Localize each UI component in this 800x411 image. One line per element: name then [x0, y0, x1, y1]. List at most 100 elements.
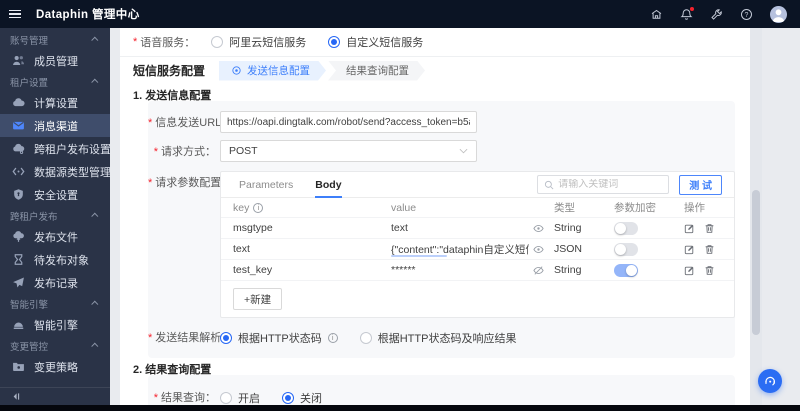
edit-icon[interactable] [684, 244, 695, 255]
radio-http-status-and-response[interactable]: 根据HTTP状态码及响应结果 [359, 330, 516, 346]
new-param-button[interactable]: +新建 [233, 288, 283, 310]
shield-icon [12, 188, 25, 201]
test-button[interactable]: 测 试 [679, 174, 722, 195]
eye-off-icon[interactable] [533, 265, 544, 276]
param-search [537, 175, 670, 194]
url-input[interactable] [220, 111, 477, 133]
sidebar-section-account[interactable]: 账号管理 [0, 30, 110, 49]
sidebar-item-datasource-type[interactable]: 数据源类型管理 [0, 160, 111, 183]
step-result-config[interactable]: 结果查询配置 [328, 61, 425, 81]
section2-title: 2. 结果查询配置 [133, 364, 212, 376]
table-row: text {"content":"dataphin自定义短信服务，消息渠道通 J… [221, 239, 734, 260]
chevron-up-icon [91, 36, 99, 44]
menu-icon[interactable] [0, 0, 30, 28]
sidebar-section-cross-tenant-publish[interactable]: 跨租户发布 [0, 206, 110, 225]
config-steps: 发送信息配置 结果查询配置 [219, 61, 425, 81]
sidebar-item-ai-engine[interactable]: 智能引擎 [0, 313, 110, 336]
radio-aliyun-sms[interactable]: 阿里云短信服务 [211, 34, 306, 50]
scrollbar-track[interactable] [750, 28, 762, 405]
chevron-up-icon [91, 342, 99, 350]
edit-icon[interactable] [684, 265, 695, 276]
chevron-down-icon [459, 145, 468, 157]
scrollbar-thumb[interactable] [752, 190, 760, 335]
sidebar: 账号管理 成员管理 租户设置 计算设置 消息渠道 跨租户发布设置 数据源类型管理… [0, 28, 111, 405]
result-query-label: 结果查询： [161, 392, 216, 404]
step-send-config[interactable]: 发送信息配置 [219, 61, 326, 81]
user-avatar[interactable] [770, 5, 787, 23]
params-tabs: Parameters Body 测 试 [221, 172, 734, 198]
engine-icon [12, 318, 25, 331]
delete-icon[interactable] [704, 265, 715, 276]
encrypt-toggle[interactable] [614, 263, 638, 277]
radio-icon [282, 392, 294, 404]
chevron-up-icon [91, 78, 99, 86]
radio-icon [359, 332, 372, 344]
send-icon [12, 276, 25, 289]
required-asterisk: * [133, 36, 138, 48]
method-field-row: * 请求方式： POST [148, 140, 735, 163]
tab-parameters[interactable]: Parameters [239, 172, 293, 198]
bell-icon[interactable] [680, 6, 694, 21]
svg-text:?: ? [745, 12, 749, 19]
sidebar-item-change-policy[interactable]: 变更策略 [0, 355, 110, 378]
radio-query-on[interactable]: 开启 [220, 390, 260, 405]
collapse-sidebar-icon[interactable] [0, 387, 110, 405]
radio-custom-sms[interactable]: 自定义短信服务 [328, 34, 423, 50]
customer-service-button[interactable] [758, 369, 782, 393]
sidebar-section-tenant[interactable]: 租户设置 [0, 72, 110, 91]
parse-result-row: * 发送结果解析： 根据HTTP状态码 i 根据HTTP状态码及响应结果 [148, 330, 517, 346]
info-icon[interactable]: i [327, 333, 338, 343]
notification-badge [690, 6, 694, 11]
encrypt-toggle[interactable] [614, 221, 638, 235]
hourglass-icon [12, 253, 25, 266]
sidebar-item-cross-tenant-publish-settings[interactable]: 跨租户发布设置 [0, 137, 111, 160]
main-content: * 语音服务： 阿里云短信服务 自定义短信服务 短信服务配置 发送信息配置 结果… [110, 28, 800, 405]
sidebar-item-members[interactable]: 成员管理 [0, 49, 110, 72]
app-title: Dataphin 管理中心 [36, 9, 140, 21]
section1-title: 1. 发送信息配置 [133, 90, 212, 102]
window-bottom-edge [0, 405, 800, 411]
sidebar-item-pending-objects[interactable]: 待发布对象 [0, 248, 110, 271]
table-row: msgtype text String [221, 218, 734, 239]
radio-http-status[interactable]: 根据HTTP状态码 i [220, 330, 338, 346]
workshop-icon[interactable] [650, 8, 663, 21]
headset-icon [765, 376, 775, 386]
sidebar-item-publish-files[interactable]: 发布文件 [0, 225, 110, 248]
tab-body[interactable]: Body [315, 172, 342, 198]
voice-service-row: * 语音服务： 阿里云短信服务 自定义短信服务 [120, 28, 750, 57]
radio-query-off[interactable]: 关闭 [282, 390, 322, 405]
delete-icon[interactable] [704, 223, 715, 234]
table-row: test_key ****** String [221, 260, 734, 281]
sidebar-section-engine[interactable]: 智能引擎 [0, 294, 110, 313]
send-config-panel: *信息发送URL： *请求方式： POST *请求参数配置： [148, 101, 735, 358]
header-actions: ? [650, 5, 787, 23]
eye-icon[interactable] [533, 244, 544, 255]
sms-config-header: 短信服务配置 发送信息配置 结果查询配置 [120, 57, 750, 84]
cloud-upload-icon [12, 230, 25, 243]
mail-icon [12, 119, 25, 132]
code-icon [12, 165, 25, 178]
method-label: 请求方式： [161, 146, 216, 158]
method-select[interactable]: POST [220, 140, 477, 162]
eye-icon[interactable] [533, 223, 544, 234]
cross-tenant-cloud-icon [12, 142, 25, 155]
users-icon [12, 54, 25, 67]
radio-icon [211, 36, 224, 48]
sidebar-item-security-settings[interactable]: 安全设置 [0, 183, 110, 206]
radio-icon [220, 332, 232, 344]
result-query-row: * 结果查询： 开启 关闭 [153, 390, 322, 405]
wrench-icon[interactable] [710, 8, 723, 21]
info-icon[interactable]: i [253, 202, 264, 213]
params-card: Parameters Body 测 试 keyi value [220, 171, 735, 318]
sidebar-item-publish-records[interactable]: 发布记录 [0, 271, 110, 294]
encrypt-toggle[interactable] [614, 242, 638, 256]
param-search-input[interactable] [558, 179, 663, 190]
sidebar-item-message-channel[interactable]: 消息渠道 [0, 114, 110, 137]
sidebar-section-change-control[interactable]: 变更管控 [0, 336, 110, 355]
sidebar-item-compute-settings[interactable]: 计算设置 [0, 91, 110, 114]
delete-icon[interactable] [704, 244, 715, 255]
help-icon[interactable]: ? [740, 8, 753, 21]
screen: Dataphin 管理中心 ? 账号管理 成员管理 租户设置 计算设置 消息渠道… [0, 0, 800, 411]
edit-icon[interactable] [684, 223, 695, 234]
sms-config-title: 短信服务配置 [133, 64, 206, 78]
